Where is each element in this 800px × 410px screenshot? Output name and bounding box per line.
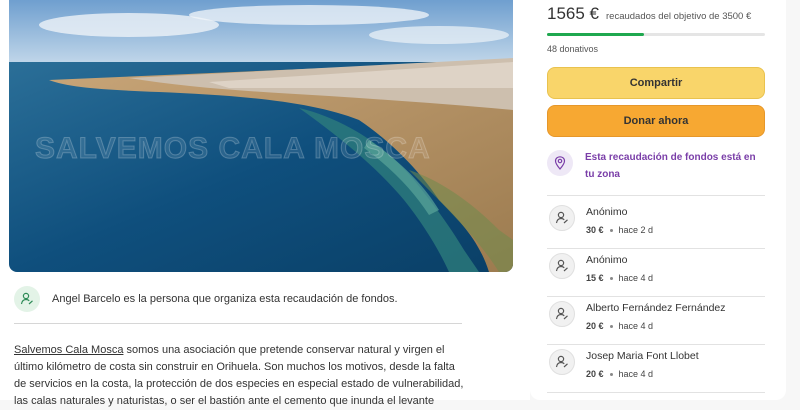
person-icon (14, 286, 40, 312)
hero-watermark: SALVEMOS CALA MOSCA (35, 132, 431, 166)
carousel-dots[interactable] (249, 262, 263, 272)
separator-dot (609, 229, 613, 233)
campaign-column: SALVEMOS CALA MOSCA Angel Barcelo es la … (0, 0, 530, 407)
share-button[interactable]: Compartir (547, 67, 765, 99)
donation-meta: 15 € hace 4 d (586, 273, 653, 283)
organizer-row: Angel Barcelo es la persona que organiza… (14, 285, 474, 313)
section-divider (14, 323, 462, 324)
sidebar: 1565 € recaudados del objetivo de 3500 €… (530, 0, 800, 400)
donate-button[interactable]: Donar ahora (547, 105, 765, 137)
donation-time: hace 4 d (618, 369, 654, 379)
donor-avatar-icon (549, 253, 575, 279)
donor-count: 48 donativos (547, 44, 599, 54)
donation-amount: 30 € (586, 225, 604, 235)
donation-item: Josep Maria Font Llobet 20 € hace 4 d (547, 345, 765, 393)
donation-item: Anónimo 30 € hace 2 d (547, 201, 765, 249)
donation-time: hace 4 d (618, 273, 654, 283)
local-zone-notice: Esta recaudación de fondos está en tu zo… (547, 150, 767, 183)
separator-dot (609, 325, 613, 329)
zone-text: Esta recaudación de fondos está en tu zo… (585, 152, 756, 180)
donation-meta: 20 € hace 4 d (586, 369, 653, 379)
donor-name: Anónimo (586, 254, 628, 266)
donor-name: Alberto Fernández Fernández (586, 302, 726, 314)
donor-name: Josep Maria Font Llobet (586, 350, 699, 362)
separator-dot (609, 373, 613, 377)
zone-divider (547, 195, 765, 196)
donation-time: hace 2 d (618, 225, 654, 235)
donor-avatar-icon (549, 301, 575, 327)
donation-meta: 30 € hace 2 d (586, 225, 653, 235)
organizer-text: Angel Barcelo es la persona que organiza… (52, 293, 398, 305)
donation-card: 1565 € recaudados del objetivo de 3500 €… (530, 0, 786, 400)
progress-fill (547, 33, 645, 36)
campaign-link[interactable]: Salvemos Cala Mosca (14, 344, 123, 356)
donor-name: Anónimo (586, 206, 628, 218)
row-divider (547, 392, 765, 393)
map-pin-icon (547, 150, 573, 176)
raised-amount: 1565 € (547, 4, 599, 23)
hero-photo[interactable]: SALVEMOS CALA MOSCA (9, 0, 513, 272)
donation-time: hace 4 d (618, 321, 654, 331)
donation-amount: 20 € (586, 321, 604, 331)
donor-avatar-icon (549, 349, 575, 375)
donation-item: Alberto Fernández Fernández 20 € hace 4 d (547, 297, 765, 345)
donation-amount: 20 € (586, 369, 604, 379)
progress-bar (547, 33, 765, 36)
donation-item: Anónimo 15 € hace 4 d (547, 249, 765, 297)
raised-summary: 1565 € recaudados del objetivo de 3500 € (547, 4, 751, 24)
separator-dot (609, 277, 613, 281)
goal-text: recaudados del objetivo de 3500 € (606, 11, 752, 22)
donor-avatar-icon (549, 205, 575, 231)
donation-amount: 15 € (586, 273, 604, 283)
donation-meta: 20 € hace 4 d (586, 321, 653, 331)
